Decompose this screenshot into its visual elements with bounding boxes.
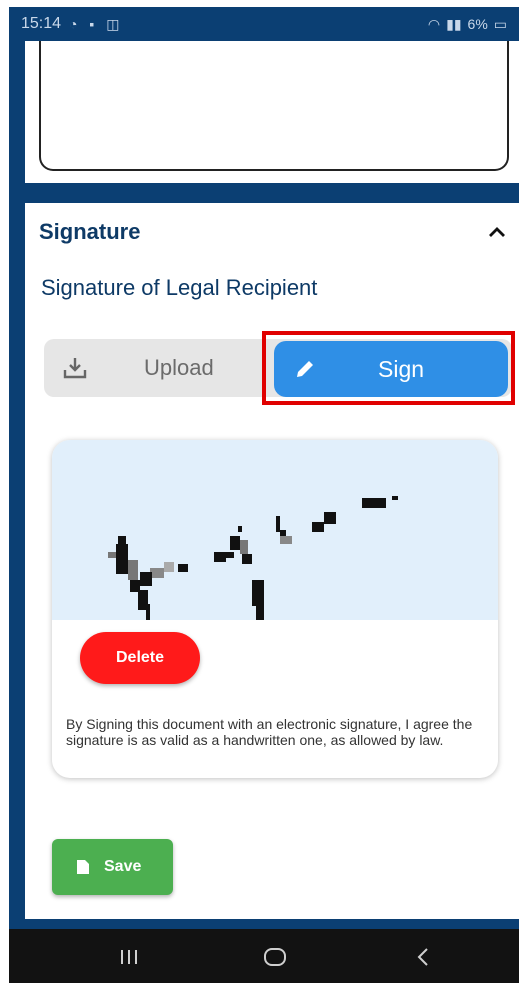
chevron-up-icon[interactable]	[485, 220, 509, 244]
section-title: Signature	[39, 219, 141, 244]
save-label: Save	[104, 858, 142, 875]
upload-label: Upload	[144, 355, 214, 380]
notes-textarea[interactable]	[39, 41, 509, 171]
save-button[interactable]: Save	[52, 839, 173, 895]
status-time: 15:14	[21, 15, 62, 32]
download-tray-icon	[62, 356, 88, 380]
signature-section: Signature Signature of Legal Recipient U…	[25, 203, 519, 919]
signature-card: Delete By Signing this document with an …	[52, 440, 498, 778]
battery-level: 6%	[467, 16, 488, 32]
document-icon	[76, 859, 90, 875]
upload-button[interactable]: Upload	[44, 339, 274, 397]
signature-subtitle: Signature of Legal Recipient	[41, 275, 318, 300]
notes-panel	[25, 41, 519, 183]
signature-section-header[interactable]: Signature	[39, 219, 509, 245]
signal-icon: ▮▮	[446, 15, 462, 32]
wifi-icon: ◠	[427, 15, 441, 32]
status-bar: 15:14 ◔ ▪ ◫ ◠ ▮▮ 6% ▭	[9, 7, 519, 41]
delete-button[interactable]: Delete	[80, 632, 200, 684]
signature-drawing	[108, 496, 398, 620]
sign-highlight-box	[262, 331, 515, 405]
notification-icons: ◔ ▪ ◫	[69, 15, 124, 32]
signature-pad[interactable]	[52, 440, 498, 620]
battery-icon: ▭	[493, 15, 507, 32]
signature-disclaimer: By Signing this document with an electro…	[66, 716, 473, 748]
device-screen: 15:14 ◔ ▪ ◫ ◠ ▮▮ 6% ▭ Signature Signatur…	[9, 7, 519, 983]
home-icon[interactable]	[261, 943, 289, 971]
status-right: ◠ ▮▮ 6% ▭	[428, 16, 507, 33]
system-nav-bar	[9, 929, 519, 983]
back-icon[interactable]	[409, 943, 437, 971]
recents-icon[interactable]	[115, 943, 143, 971]
